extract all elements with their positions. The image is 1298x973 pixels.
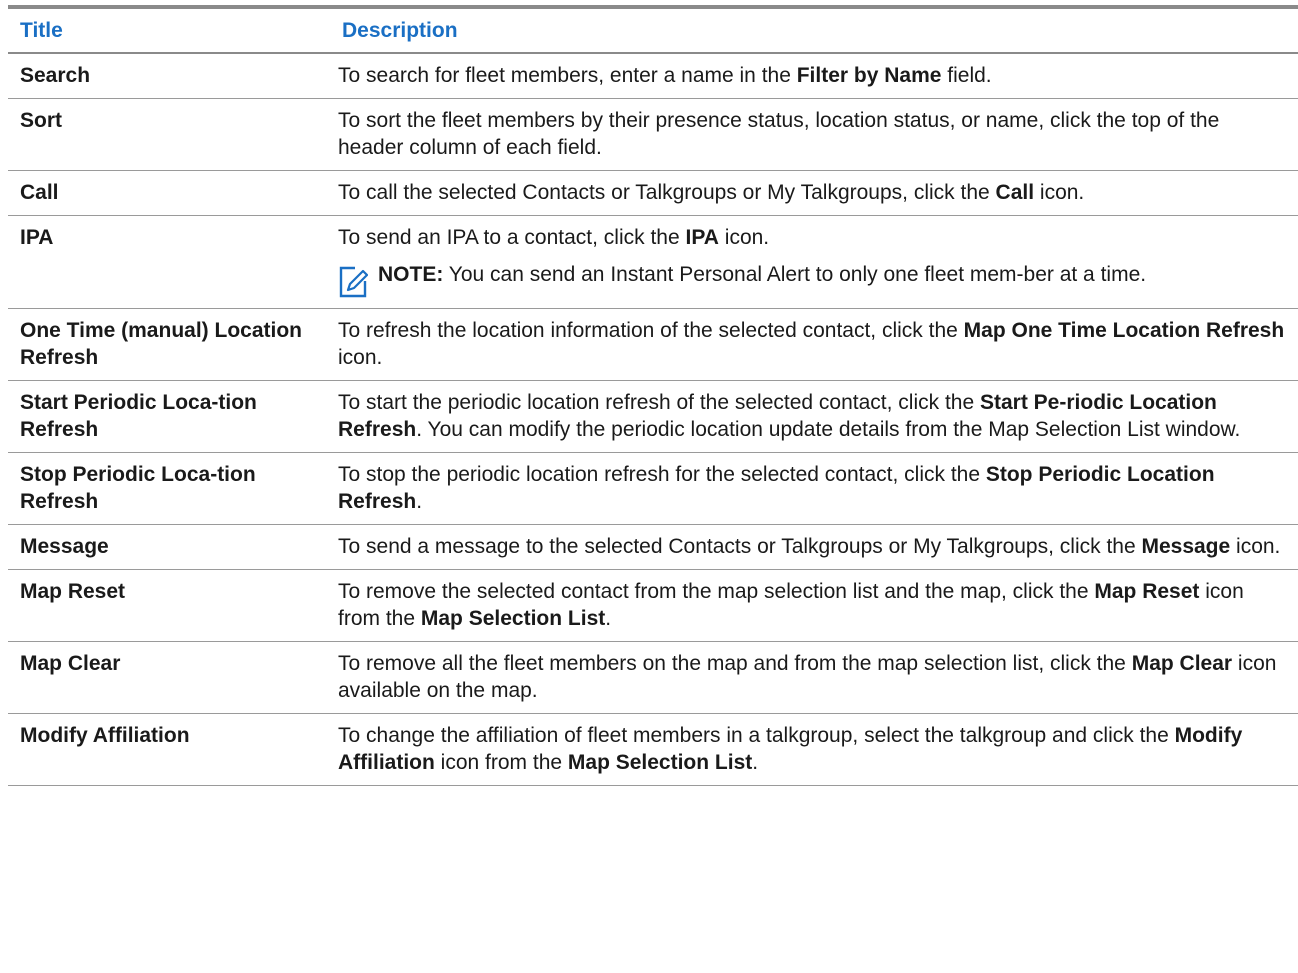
table-row: Map Reset To remove the selected contact … [8,570,1298,642]
text-span: field. [941,64,992,87]
description-text: To sort the fleet members by their prese… [338,107,1286,161]
table-row: Message To send a message to the selected… [8,525,1298,570]
table-header: Title Description [8,7,1298,53]
ui-term: Map Selection List [420,607,606,630]
table-row: One Time (manual) Location Refresh To ref… [8,309,1298,381]
description-text: To search for fleet members, enter a nam… [338,62,1286,89]
text-span: . [416,490,423,513]
description-text: To refresh the location information of t… [338,317,1286,371]
description-text: To remove all the fleet members on the m… [338,650,1286,704]
note-body: You can send an Instant Personal Alert t… [443,263,1147,286]
row-title: Map Clear [20,652,121,675]
row-description: To call the selected Contacts or Talkgro… [330,171,1298,216]
note-callout: NOTE: You can send an Instant Personal A… [338,261,1286,299]
row-title: Modify Affiliation [20,724,190,747]
text-span: . [752,751,759,774]
text-span: To remove the selected contact from the … [338,580,1095,603]
row-title: Map Reset [20,580,126,603]
header-description: Description [342,19,458,42]
row-title: Sort [20,109,62,132]
table-row: Search To search for fleet members, enter… [8,53,1298,99]
row-title: Call [20,181,59,204]
text-span: . You can modify the periodic location u… [416,418,1241,441]
text-span: To change the affiliation of fleet membe… [338,724,1175,747]
description-text: To remove the selected contact from the … [338,578,1286,632]
row-description: To send an IPA to a contact, click the I… [330,216,1298,309]
row-title: Message [20,535,109,558]
row-description: To remove all the fleet members on the m… [330,642,1298,714]
row-title: Stop Periodic Loca-tion Refresh [20,463,256,513]
row-description: To sort the fleet members by their prese… [330,99,1298,171]
table-body: Search To search for fleet members, enter… [8,53,1298,786]
row-title: Search [20,64,91,87]
ui-term: Call [995,181,1035,204]
row-description: To stop the periodic location refresh fo… [330,453,1298,525]
text-span: icon. [1230,535,1281,558]
text-span: To search for fleet members, enter a nam… [338,64,797,87]
text-span: To sort the fleet members by their prese… [338,109,1220,159]
description-text: To call the selected Contacts or Talkgro… [338,179,1286,206]
description-text: To send an IPA to a contact, click the I… [338,224,1286,251]
text-span: icon. [1034,181,1085,204]
text-span: To stop the periodic location refresh fo… [338,463,986,486]
row-title: One Time (manual) Location Refresh [20,319,302,369]
table-row: Start Periodic Loca-tion Refresh To start… [8,381,1298,453]
table-row: Stop Periodic Loca-tion Refresh To stop t… [8,453,1298,525]
ui-term: Map One Time Location Refresh [963,319,1285,342]
ui-term: Map Reset [1094,580,1200,603]
row-description: To remove the selected contact from the … [330,570,1298,642]
header-title: Title [20,19,63,42]
description-text: To change the affiliation of fleet membe… [338,722,1286,776]
row-description: To search for fleet members, enter a nam… [330,53,1298,99]
text-span: icon. [338,346,383,369]
text-span: To send a message to the selected Contac… [338,535,1142,558]
note-pencil-icon [339,266,368,298]
row-title: Start Periodic Loca-tion Refresh [20,391,257,441]
description-text: To send a message to the selected Contac… [338,533,1286,560]
feature-description-table: Title Description Search To search for fl… [8,5,1298,786]
ui-term: Message [1141,535,1231,558]
table-row: Call To call the selected Contacts or Tal… [8,171,1298,216]
text-span: . [605,607,612,630]
note-label: NOTE: [378,263,444,286]
ui-term: Filter by Name [796,64,942,87]
row-description: To send a message to the selected Contac… [330,525,1298,570]
text-span: icon. [718,226,770,249]
row-description: To refresh the location information of t… [330,309,1298,381]
text-span: To start the periodic location refresh o… [338,391,980,414]
table-row: Sort To sort the fleet members by their p… [8,99,1298,171]
ui-term: Map Clear [1131,652,1233,675]
row-title: IPA [20,226,54,249]
row-description: To start the periodic location refresh o… [330,381,1298,453]
text-span: To remove all the fleet members on the m… [338,652,1132,675]
table-row: IPA To send an IPA to a contact, click th… [8,216,1298,309]
text-span: To refresh the location information of t… [338,319,964,342]
description-text: To start the periodic location refresh o… [338,389,1286,443]
row-description: To change the affiliation of fleet membe… [330,714,1298,786]
description-text: To stop the periodic location refresh fo… [338,461,1286,515]
text-span: icon from the [434,751,568,774]
table-row: Modify Affiliation To change the affiliat… [8,714,1298,786]
table-row: Map Clear To remove all the fleet members… [8,642,1298,714]
text-span: To send an IPA to a contact, click the [338,226,686,249]
note-text: NOTE: You can send an Instant Personal A… [378,261,1146,288]
header-row: Title Description [8,7,1298,53]
ui-term: Map Selection List [567,751,753,774]
text-span: To call the selected Contacts or Talkgro… [338,181,996,204]
ui-term: IPA [685,226,719,249]
